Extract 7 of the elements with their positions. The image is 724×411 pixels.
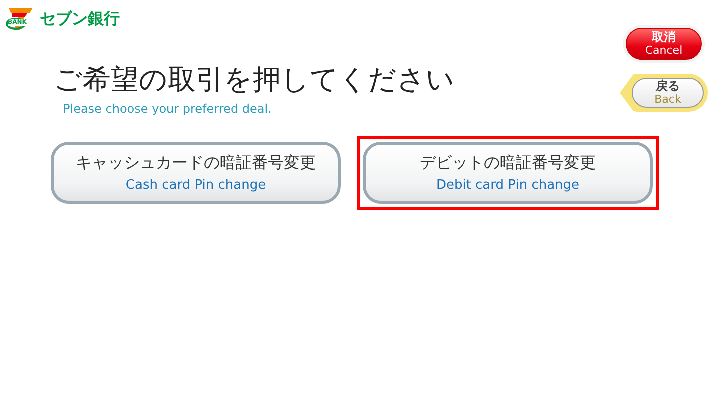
- option-button[interactable]: キャッシュカードの暗証番号変更 Cash card Pin change: [51, 142, 341, 204]
- cancel-button[interactable]: 取消 Cancel: [626, 28, 702, 60]
- page-title: ご希望の取引を押してください: [53, 62, 456, 98]
- page-subtitle: Please choose your preferred deal.: [62, 102, 273, 116]
- option-button[interactable]: デビットの暗証番号変更 Debit card Pin change: [363, 142, 653, 204]
- back-button[interactable]: 戻る Back: [632, 78, 704, 108]
- bank-name: セブン銀行: [40, 8, 120, 30]
